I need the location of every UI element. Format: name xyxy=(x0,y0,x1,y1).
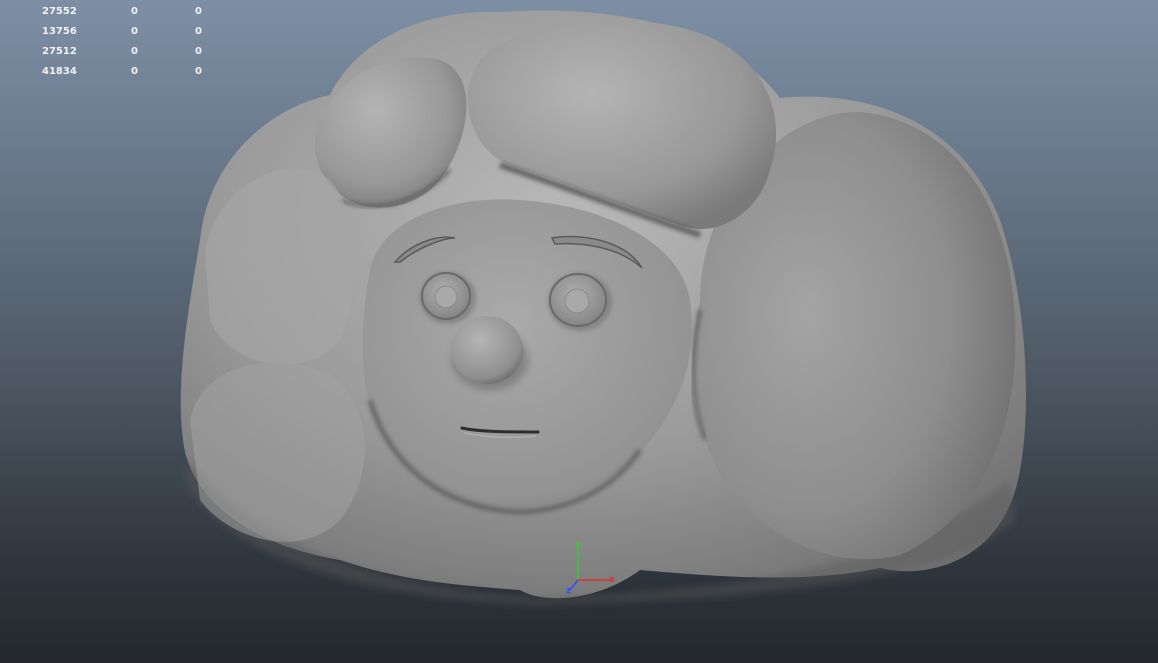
z-axis-label: z xyxy=(566,586,571,596)
sculpt-head-model[interactable]: y x z xyxy=(0,0,1158,663)
3d-viewport[interactable]: 27552 0 0 13756 0 0 27512 0 0 41834 0 0 xyxy=(0,0,1158,663)
left-eye xyxy=(420,272,476,324)
x-axis-label: x xyxy=(609,575,615,585)
y-axis-label: y xyxy=(575,540,581,550)
right-eye xyxy=(548,273,612,331)
nose xyxy=(451,316,523,384)
